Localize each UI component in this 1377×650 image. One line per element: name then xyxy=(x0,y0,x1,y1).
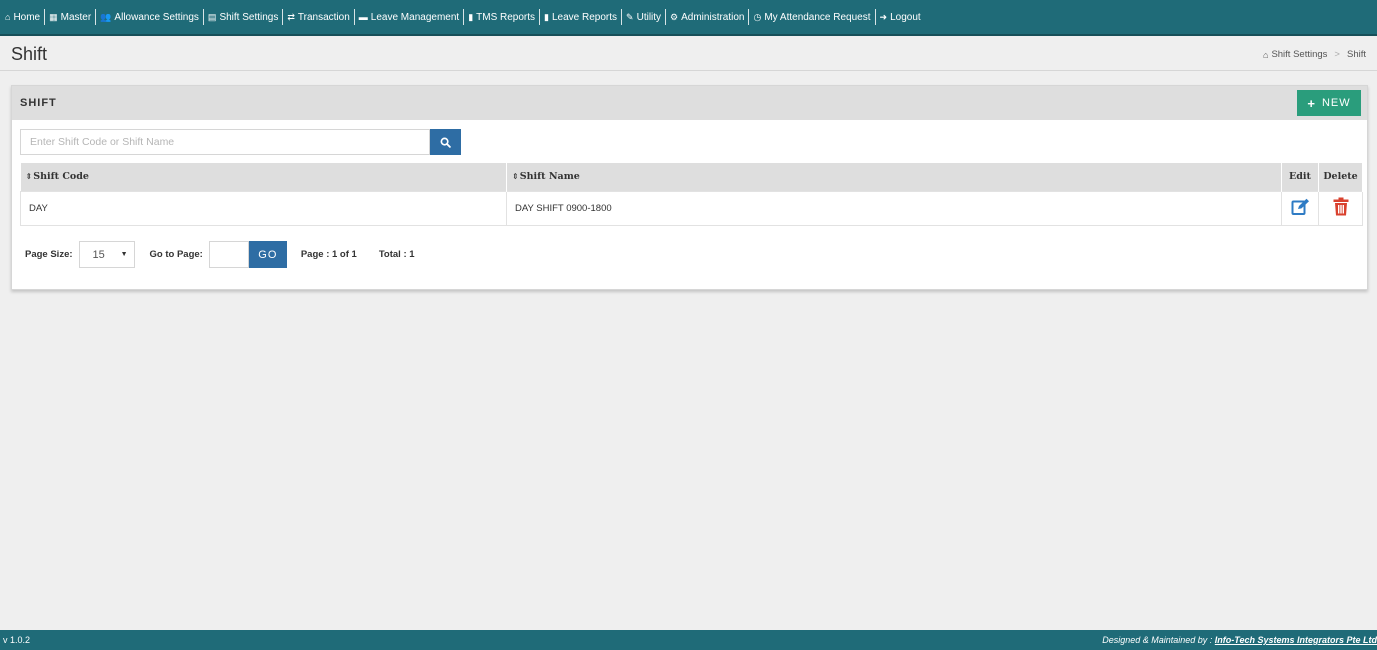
nav-transaction[interactable]: ⇄ Transaction xyxy=(284,9,352,25)
page-size-label: Page Size: xyxy=(25,249,73,260)
wrench-icon: ✎ xyxy=(626,11,634,22)
logout-icon: ➜ xyxy=(879,11,888,22)
sort-icon: ⇕ xyxy=(25,171,33,182)
column-header-shift-code-label: Shift Code xyxy=(33,171,89,183)
nav-leave-reports[interactable]: ▮ Leave Reports xyxy=(541,9,620,25)
goto-page-label: Go to Page: xyxy=(149,249,203,260)
page-size-value: 15 xyxy=(92,248,105,261)
page-info: Page : 1 of 1 xyxy=(300,249,357,260)
top-navigation: ⌂ Home ▦ Master 👥 Allowance Settings ▤ Shift… xyxy=(0,0,1377,36)
nav-utility[interactable]: ✎ Utility xyxy=(623,9,664,25)
cell-shift-name: DAY SHIFT 0900-1800 xyxy=(506,190,1282,226)
nav-separator xyxy=(621,9,623,25)
nav-separator xyxy=(665,9,667,25)
column-header-shift-name[interactable]: ⇕Shift Name xyxy=(506,163,1282,191)
nav-logout-label: Logout xyxy=(890,11,921,23)
nav-administration-label: Administration xyxy=(681,11,745,23)
cell-edit xyxy=(1281,190,1319,226)
breadcrumb: ⌂ Shift Settings > Shift xyxy=(1263,49,1366,60)
table-row: DAY DAY SHIFT 0900-1800 xyxy=(20,190,1363,226)
nav-my-attendance-request-label: My Attendance Request xyxy=(764,11,871,23)
cell-delete xyxy=(1318,190,1363,226)
nav-shift-settings[interactable]: ▤ Shift Settings xyxy=(205,9,281,25)
card-icon: ▬ xyxy=(358,12,368,22)
nav-separator xyxy=(282,9,284,25)
nav-tms-reports-label: TMS Reports xyxy=(476,11,536,23)
panel-title: SHIFT xyxy=(20,97,57,109)
nav-allowance-settings[interactable]: 👥 Allowance Settings xyxy=(97,9,202,25)
nav-separator xyxy=(95,9,97,25)
home-icon: ⌂ xyxy=(5,12,11,22)
new-button[interactable]: + NEW xyxy=(1297,90,1361,116)
table-header-row: ⇕Shift Code ⇕Shift Name Edit Delete xyxy=(20,163,1363,191)
caret-down-icon: ▼ xyxy=(120,251,128,258)
nav-separator xyxy=(748,9,750,25)
trash-icon[interactable] xyxy=(1333,197,1349,219)
users-icon: 👥 xyxy=(100,11,112,22)
shift-panel: SHIFT + NEW ⇕Shift Code ⇕Shift Name Edit… xyxy=(11,85,1368,290)
plus-icon: + xyxy=(1307,95,1316,111)
panel-header: SHIFT + NEW xyxy=(12,86,1367,120)
nav-leave-management-label: Leave Management xyxy=(370,11,460,23)
column-header-shift-code[interactable]: ⇕Shift Code xyxy=(20,163,507,191)
search-bar xyxy=(20,129,461,155)
page-size-select[interactable]: 15 ▼ xyxy=(78,241,135,268)
cell-shift-code: DAY xyxy=(20,190,507,226)
column-header-delete: Delete xyxy=(1318,163,1363,191)
nav-master[interactable]: ▦ Master xyxy=(46,9,94,25)
go-button[interactable]: GO xyxy=(248,241,287,268)
file-icon: ▮ xyxy=(468,11,474,22)
nav-tms-reports[interactable]: ▮ TMS Reports xyxy=(465,9,538,25)
new-button-label: NEW xyxy=(1321,97,1351,109)
nav-separator xyxy=(874,9,876,25)
nav-leave-reports-label: Leave Reports xyxy=(552,11,618,23)
column-header-shift-name-label: Shift Name xyxy=(519,171,580,183)
credit-prefix: Designed & Maintained by : xyxy=(1102,635,1213,645)
footer: v 1.0.2 Designed & Maintained by : Info-… xyxy=(0,630,1377,650)
exchange-icon: ⇄ xyxy=(287,11,295,22)
nav-separator xyxy=(463,9,465,25)
nav-my-attendance-request[interactable]: ◷ My Attendance Request xyxy=(750,9,873,25)
goto-page-input[interactable] xyxy=(208,241,249,268)
breadcrumb-parent[interactable]: Shift Settings xyxy=(1271,49,1327,60)
page-title: Shift xyxy=(11,44,48,64)
nav-transaction-label: Transaction xyxy=(297,11,350,23)
credit-link[interactable]: Info-Tech Systems Integrators Pte Ltd xyxy=(1215,635,1377,645)
pagination: Page Size: 15 ▼ Go to Page: GO Page : 1 … xyxy=(25,241,415,268)
credit-text: Designed & Maintained by : Info-Tech Sys… xyxy=(1102,635,1377,645)
version-label: v 1.0.2 xyxy=(3,635,31,645)
search-input[interactable] xyxy=(20,129,430,155)
column-header-edit: Edit xyxy=(1281,163,1319,191)
nav-home[interactable]: ⌂ Home xyxy=(2,9,43,25)
page-header: Shift ⌂ Shift Settings > Shift xyxy=(0,37,1377,71)
nav-shift-settings-label: Shift Settings xyxy=(219,11,279,23)
cogs-icon: ⚙ xyxy=(670,11,679,22)
nav-home-label: Home xyxy=(13,11,41,23)
nav-separator xyxy=(353,9,355,25)
nav-utility-label: Utility xyxy=(636,11,662,23)
total-info: Total : 1 xyxy=(378,249,415,260)
nav-logout[interactable]: ➜ Logout xyxy=(877,9,924,25)
nav-master-label: Master xyxy=(60,11,92,23)
clock-icon: ◷ xyxy=(753,11,762,22)
nav-allowance-settings-label: Allowance Settings xyxy=(114,11,199,23)
shift-table: ⇕Shift Code ⇕Shift Name Edit Delete DAY … xyxy=(20,163,1363,226)
sort-icon: ⇕ xyxy=(512,171,519,182)
search-icon xyxy=(440,137,451,148)
breadcrumb-separator: > xyxy=(1334,49,1340,60)
calendar-icon: ▤ xyxy=(207,11,217,22)
nav-leave-management[interactable]: ▬ Leave Management xyxy=(356,9,462,25)
home-icon: ⌂ xyxy=(1263,49,1269,60)
breadcrumb-current: Shift xyxy=(1346,49,1366,60)
nav-separator xyxy=(539,9,541,25)
file-icon: ▮ xyxy=(544,11,549,22)
search-button[interactable] xyxy=(430,129,461,155)
nav-separator xyxy=(44,9,46,25)
edit-icon[interactable] xyxy=(1291,198,1310,219)
nav-administration[interactable]: ⚙ Administration xyxy=(667,9,747,25)
grid-icon: ▦ xyxy=(49,11,58,22)
nav-separator xyxy=(202,9,204,25)
